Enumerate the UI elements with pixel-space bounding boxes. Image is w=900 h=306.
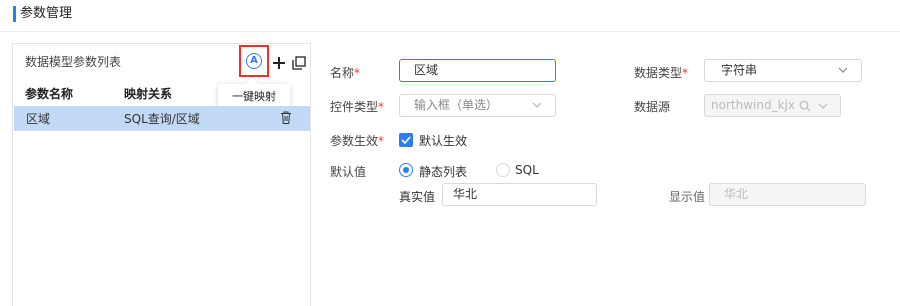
column-header-mapping: 映射关系 [124,87,173,101]
chevron-down-icon [838,67,848,73]
panel-title: 数据模型参数列表 [25,55,122,69]
data-type-label: 数据类型* [634,66,689,80]
name-label: 名称* [330,66,361,80]
real-value-label: 真实值 [399,190,436,204]
data-source-label: 数据源 [634,100,671,114]
circle-a-icon: A [246,53,262,69]
radio-static-list[interactable] [399,163,413,177]
plus-icon [273,56,285,69]
page: 参数管理 数据模型参数列表 A 一键映射 参数名称 映射关系 区域 SQL查询/… [0,0,900,306]
page-header: 参数管理 [0,0,900,32]
table-row[interactable]: 区域 SQL查询/区域 [14,106,310,131]
control-type-label: 控件类型* [330,100,385,114]
search-icon [799,100,811,112]
default-value-label: 默认值 [330,165,367,179]
chevron-down-icon [818,103,828,109]
radio-sql-label: SQL [515,163,539,177]
copy-icon [292,55,306,70]
checkmark-icon [401,136,411,145]
real-value-input[interactable]: 华北 [442,183,597,206]
param-list-panel: 数据模型参数列表 A 一键映射 参数名称 映射关系 区域 SQL查询/区域 [12,43,311,306]
display-value-label: 显示值 [669,190,706,204]
default-effect-text: 默认生效 [419,134,468,148]
param-effect-label: 参数生效* [330,134,385,148]
page-title: 参数管理 [20,6,73,21]
add-param-button[interactable] [269,53,289,73]
copy-param-button[interactable] [289,53,309,73]
name-input[interactable]: 区域 [399,59,556,82]
param-name-cell: 区域 [26,112,51,126]
one-click-map-button[interactable]: A [239,45,269,77]
display-value-input: 华北 [709,183,866,206]
mapping-cell: SQL查询/区域 [124,112,200,126]
radio-sql[interactable] [496,163,510,177]
data-source-select: northwind_kjx [704,94,841,117]
chevron-down-icon [532,102,542,108]
column-header-param-name: 参数名称 [25,87,74,101]
trash-icon[interactable] [280,111,292,125]
radio-static-label: 静态列表 [419,165,468,179]
title-accent-bar [13,6,16,22]
data-type-select[interactable]: 字符串 [704,59,862,82]
panel-toolbar: A [239,45,309,77]
control-type-select[interactable]: 输入框（单选） [399,94,556,117]
default-effect-checkbox[interactable] [399,133,413,147]
